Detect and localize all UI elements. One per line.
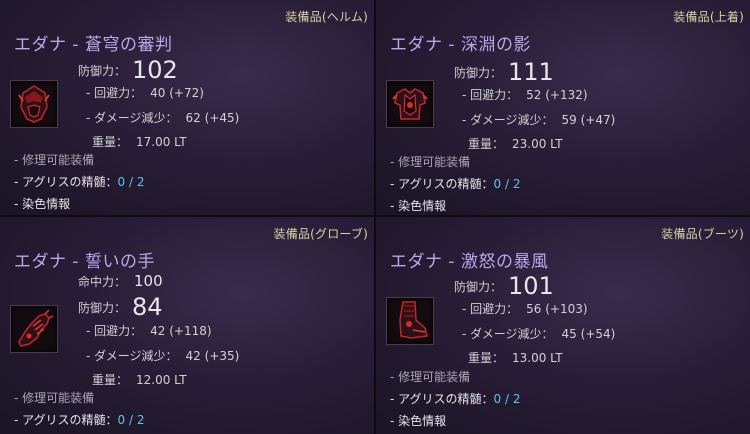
damage-reduction-value: 42 (+35) [185,349,240,363]
accuracy-stat: 命中力： 100 [78,272,163,290]
item-title: エダナ - 誓いの手 [14,252,155,272]
defense-stat: 防御力： 84 [78,293,163,321]
evasion-stat: - 回避力： 56 (+103) [462,302,588,316]
weight-stat: 重量： 12.00 LT [92,373,187,387]
repairable-note: - 修理可能装備 [390,155,471,169]
item-notes: - 修理可能装備 - アグリスの精髄：0 / 2 [14,387,145,431]
defense-stat: 防御力： 101 [454,272,554,300]
evasion-stat: - 回避力： 52 (+132) [462,88,588,102]
gloves-icon [10,305,58,353]
item-tooltip-armor: 装備品(上着) エダナ - 深淵の影 防御力： 111 - 回避力： 52 (+13… [376,0,750,215]
repairable-note: - 修理可能装備 [390,370,471,384]
item-notes: - 修理可能装備 - アグリスの精髄：0 / 2 - 染色情報 [390,366,521,432]
weight-stat: 重量： 13.00 LT [468,351,563,365]
damage-reduction-stat: - ダメージ減少： 62 (+45) [86,111,240,125]
evasion-value: 52 (+132) [526,88,588,102]
weight-stat: 重量： 23.00 LT [468,137,563,151]
weight-value: 17.00 LT [136,135,187,149]
weight-value: 12.00 LT [136,373,187,387]
damage-reduction-stat: - ダメージ減少： 42 (+35) [86,349,240,363]
defense-value: 84 [132,293,163,321]
agris-essence-value: 0 / 2 [117,175,145,189]
damage-reduction-value: 45 (+54) [561,327,616,341]
agris-essence-note: - アグリスの精髄：0 / 2 [390,392,521,406]
dye-info-link[interactable]: - 染色情報 [14,193,145,215]
damage-reduction-value: 59 (+47) [561,113,616,127]
evasion-value: 40 (+72) [150,86,204,100]
defense-value: 111 [508,58,554,86]
item-title: エダナ - 深淵の影 [390,35,531,55]
item-category: 装備品(上着) [673,10,744,24]
item-category: 装備品(グローブ) [273,227,368,241]
item-category: 装備品(ブーツ) [661,227,744,241]
repairable-note: - 修理可能装備 [14,391,95,405]
damage-reduction-stat: - ダメージ減少： 45 (+54) [462,327,616,341]
item-title: エダナ - 蒼穹の審判 [14,35,173,55]
damage-reduction-stat: - ダメージ減少： 59 (+47) [462,113,616,127]
weight-stat: 重量： 17.00 LT [92,135,187,149]
armor-icon [386,80,434,128]
agris-essence-note: - アグリスの精髄：0 / 2 [14,413,145,427]
evasion-stat: - 回避力： 42 (+118) [86,324,212,338]
agris-essence-value: 0 / 2 [493,177,521,191]
item-tooltip-gloves: 装備品(グローブ) エダナ - 誓いの手 命中力： 100 防御力： 84 - 回避… [0,217,374,434]
accuracy-value: 100 [134,272,163,290]
repairable-note: - 修理可能装備 [14,153,95,167]
agris-essence-value: 0 / 2 [117,413,145,427]
helmet-icon [10,80,58,128]
damage-reduction-value: 62 (+45) [185,111,240,125]
item-tooltip-helmet: 装備品(ヘルム) エダナ - 蒼穹の審判 防御力： 102 - 回避力： 40 (+… [0,0,374,215]
weight-value: 13.00 LT [512,351,563,365]
defense-value: 101 [508,272,554,300]
item-category: 装備品(ヘルム) [285,10,368,24]
evasion-value: 42 (+118) [150,324,212,338]
agris-essence-note: - アグリスの精髄：0 / 2 [390,177,521,191]
agris-essence-value: 0 / 2 [493,392,521,406]
defense-stat: 防御力： 111 [454,58,554,86]
item-title: エダナ - 激怒の暴風 [390,252,549,272]
defense-stat: 防御力： 102 [78,56,178,84]
evasion-stat: - 回避力： 40 (+72) [86,86,204,100]
item-tooltip-boots: 装備品(ブーツ) エダナ - 激怒の暴風 防御力： 101 - 回避力： 56 (+… [376,217,750,434]
defense-value: 102 [132,56,178,84]
agris-essence-note: - アグリスの精髄：0 / 2 [14,175,145,189]
boots-icon [386,297,434,345]
dye-info-link[interactable]: - 染色情報 [390,195,521,215]
dye-info-link[interactable]: - 染色情報 [390,410,521,432]
evasion-value: 56 (+103) [526,302,588,316]
weight-value: 23.00 LT [512,137,563,151]
item-notes: - 修理可能装備 - アグリスの精髄：0 / 2 - 染色情報 [14,149,145,215]
item-notes: - 修理可能装備 - アグリスの精髄：0 / 2 - 染色情報 [390,151,521,215]
